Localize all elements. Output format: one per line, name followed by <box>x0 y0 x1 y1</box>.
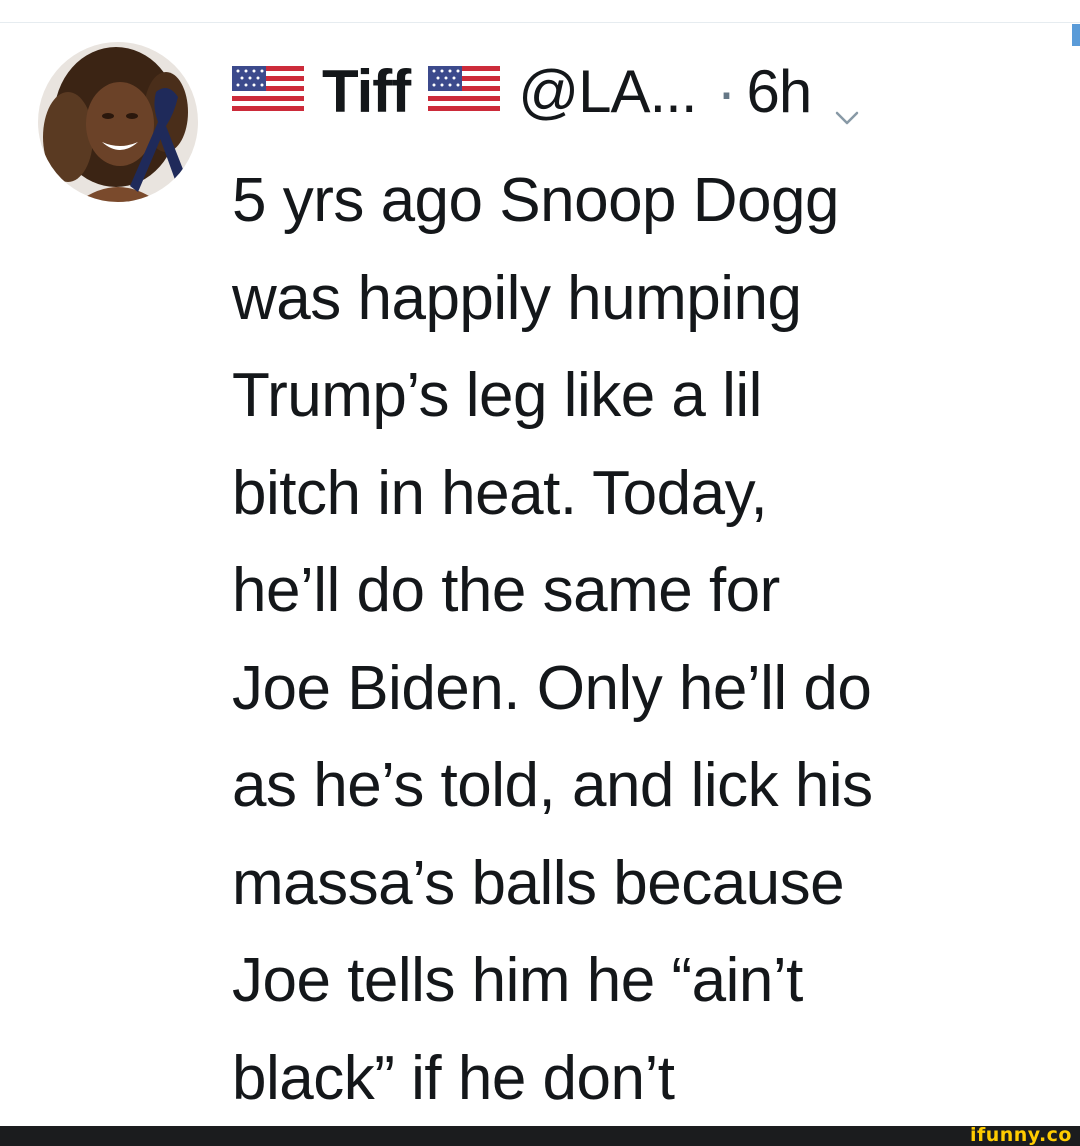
us-flag-icon <box>232 66 304 116</box>
avatar[interactable] <box>38 42 198 202</box>
tweet-text-line: he’ll do the same for <box>232 556 780 625</box>
tweet-text-line: massa’s balls because <box>232 848 845 918</box>
tweet-text-line: as he’s told, and lick his <box>232 751 873 820</box>
watermark-logo: ifunny.co <box>969 1124 1072 1146</box>
tweet-text-line: 5 yrs ago Snoop Dogg <box>232 166 839 235</box>
avatar-photo <box>38 42 198 202</box>
separator-dot: · <box>716 57 737 125</box>
footer-bar: ifunny.co <box>0 1124 1080 1146</box>
tweet-text: 5 yrs ago Snoop Dogg was happily humping… <box>232 152 1062 1127</box>
tweet-text-line: Joe Biden. Only he’ll do <box>232 653 872 723</box>
user-handle[interactable]: @LA... <box>518 57 697 126</box>
tweet-text-line: was happily humping <box>232 263 802 333</box>
tweet-text-line: bitch in heat. Today, <box>232 458 768 528</box>
tweet-header: Tiff @LA... · 6h <box>232 46 861 136</box>
tweet-text-line: black” if he don’t <box>232 1043 675 1113</box>
top-divider <box>0 22 1080 23</box>
timestamp[interactable]: 6h <box>747 57 813 126</box>
tweet-screenshot: Tiff @LA... · 6h 5 yrs ago Snoop Dogg wa… <box>0 0 1080 1146</box>
chevron-down-icon[interactable] <box>833 77 861 125</box>
display-name[interactable]: Tiff <box>322 57 411 126</box>
scroll-indicator <box>1072 24 1080 46</box>
us-flag-icon <box>428 66 501 116</box>
tweet-text-line: Joe tells him he “ain’t <box>232 946 803 1015</box>
tweet-text-line: Trump’s leg like a lil <box>232 361 762 430</box>
